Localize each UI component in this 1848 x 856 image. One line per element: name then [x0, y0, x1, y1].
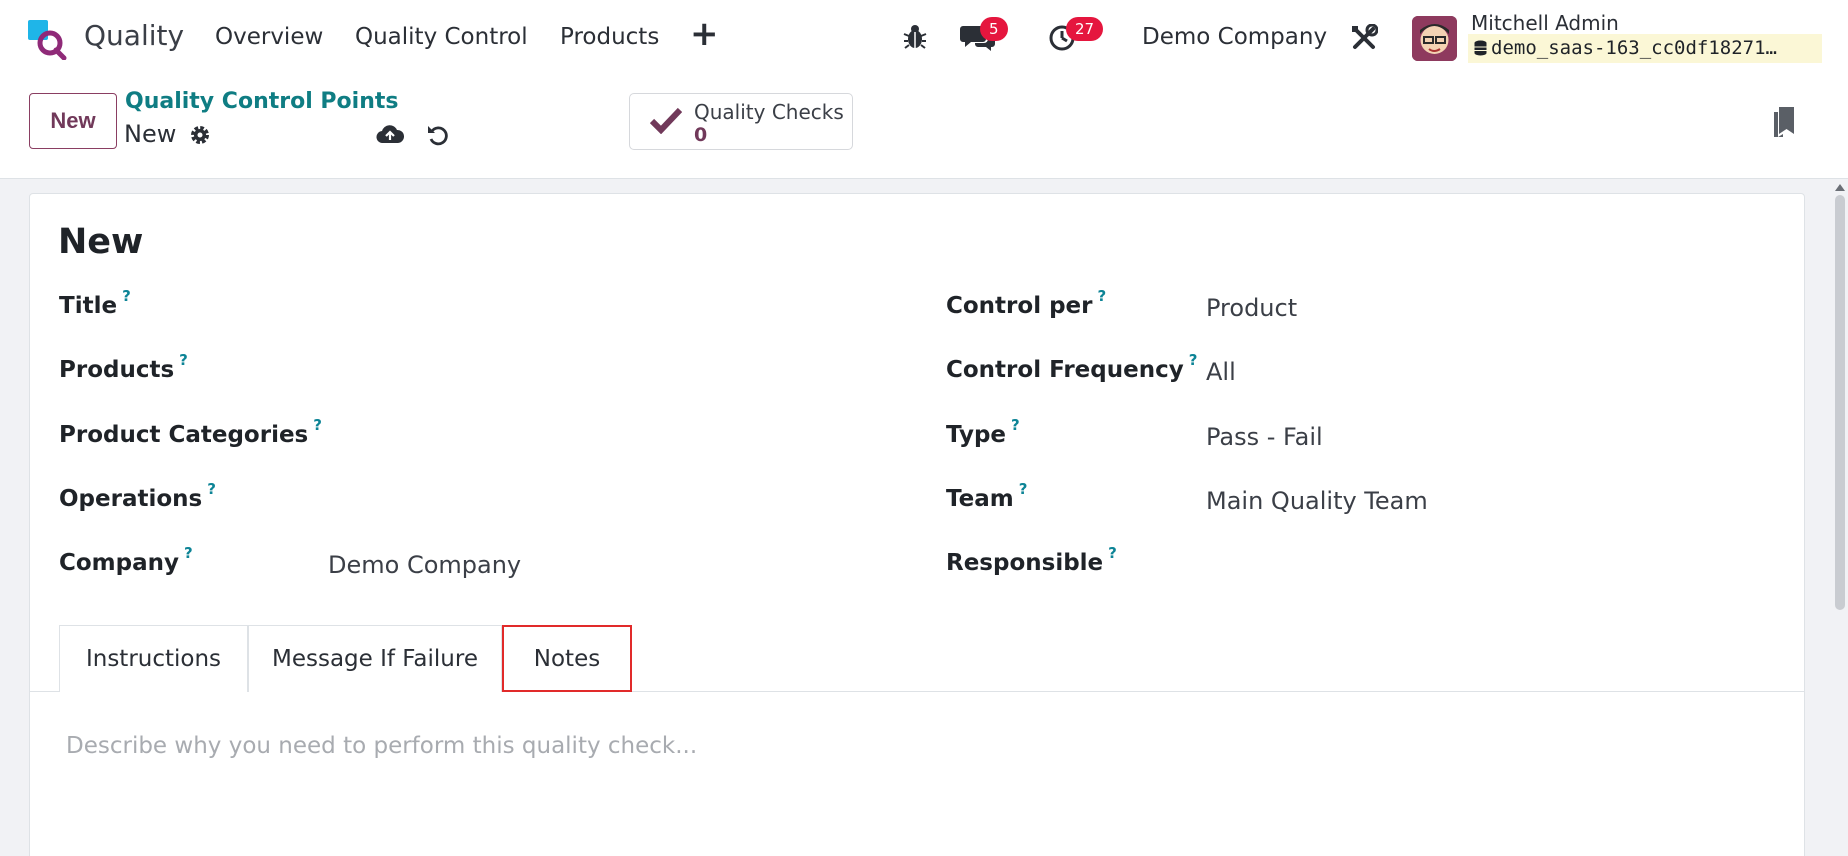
menu-overview[interactable]: Overview: [215, 24, 323, 50]
help-tooltip-icon[interactable]: ?: [122, 287, 131, 305]
help-tooltip-icon[interactable]: ?: [207, 480, 216, 498]
tab-instructions[interactable]: Instructions: [59, 625, 248, 692]
control-frequency-select[interactable]: All: [1206, 358, 1236, 386]
database-name-text: demo_saas-163_cc0df18271…: [1491, 37, 1777, 59]
company-input[interactable]: Demo Company: [328, 551, 521, 579]
top-navbar: Quality Overview Quality Control Product…: [0, 0, 1848, 76]
page-scrollbar[interactable]: [1832, 181, 1848, 856]
team-select[interactable]: Main Quality Team: [1206, 487, 1428, 515]
field-label-company: Company?: [59, 544, 193, 576]
scroll-up-arrow-icon[interactable]: [1835, 184, 1845, 191]
user-name[interactable]: Mitchell Admin: [1471, 11, 1619, 35]
menu-quality-control[interactable]: Quality Control: [355, 24, 528, 50]
breadcrumb-current-record: New: [124, 120, 177, 148]
field-label-control-frequency: Control Frequency?: [946, 351, 1198, 383]
app-name[interactable]: Quality: [84, 19, 184, 52]
scroll-thumb[interactable]: [1835, 195, 1845, 610]
responsible-input[interactable]: [1206, 551, 1766, 583]
control-per-select[interactable]: Product: [1206, 294, 1297, 322]
control-panel: New Quality Control Points New Quality C…: [0, 76, 1848, 179]
help-tooltip-icon[interactable]: ?: [1189, 351, 1198, 369]
product-categories-input[interactable]: [340, 422, 928, 454]
discard-undo-icon[interactable]: [426, 123, 450, 147]
avatar-image: [1412, 16, 1457, 61]
help-tooltip-icon[interactable]: ?: [1098, 287, 1107, 305]
field-label-products: Products?: [59, 351, 188, 383]
breadcrumb-quality-control-points[interactable]: Quality Control Points: [125, 89, 398, 114]
smart-button-count: 0: [694, 124, 708, 146]
title-input[interactable]: [328, 293, 928, 325]
products-input[interactable]: [328, 357, 928, 389]
field-label-title: Title?: [59, 287, 131, 319]
help-tooltip-icon[interactable]: ?: [313, 416, 322, 434]
field-label-team: Team?: [946, 480, 1028, 512]
type-select[interactable]: Pass - Fail: [1206, 423, 1323, 451]
company-switcher[interactable]: Demo Company: [1142, 24, 1327, 50]
field-label-responsible: Responsible?: [946, 544, 1117, 576]
form-title[interactable]: New: [58, 222, 143, 262]
knowledge-bookmark-icon[interactable]: [1772, 107, 1796, 139]
tab-notes[interactable]: Notes: [502, 625, 632, 692]
database-name: demo_saas-163_cc0df18271…: [1468, 34, 1822, 63]
database-icon: [1474, 40, 1487, 56]
bug-icon[interactable]: [903, 24, 927, 50]
notes-editor-placeholder[interactable]: Describe why you need to perform this qu…: [66, 733, 697, 759]
messages-badge: 5: [980, 17, 1008, 41]
tools-icon[interactable]: [1350, 24, 1378, 52]
form-sheet: New Title? Products? Product Categories?…: [29, 193, 1805, 856]
field-label-product-categories: Product Categories?: [59, 416, 322, 448]
checkmark-icon: [650, 107, 682, 134]
operations-input[interactable]: [328, 486, 928, 518]
field-label-operations: Operations?: [59, 480, 216, 512]
user-avatar[interactable]: [1412, 16, 1457, 61]
activities-badge: 27: [1066, 17, 1104, 41]
smart-button-label: Quality Checks: [694, 100, 844, 124]
field-label-control-per: Control per?: [946, 287, 1107, 319]
quality-app-icon[interactable]: [26, 18, 68, 60]
new-button[interactable]: New: [29, 93, 117, 149]
menu-products[interactable]: Products: [560, 24, 659, 50]
quality-checks-smart-button[interactable]: Quality Checks 0: [629, 93, 853, 150]
gear-icon[interactable]: [188, 123, 212, 147]
help-tooltip-icon[interactable]: ?: [184, 544, 193, 562]
save-cloud-icon[interactable]: [376, 123, 404, 147]
plus-icon[interactable]: +: [690, 17, 719, 51]
notebook-tabs: Instructions Message If Failure Notes: [30, 625, 1804, 692]
help-tooltip-icon[interactable]: ?: [1108, 544, 1117, 562]
tab-message-if-failure[interactable]: Message If Failure: [248, 625, 502, 692]
help-tooltip-icon[interactable]: ?: [1019, 480, 1028, 498]
help-tooltip-icon[interactable]: ?: [1011, 416, 1020, 434]
field-label-type: Type?: [946, 416, 1020, 448]
help-tooltip-icon[interactable]: ?: [179, 351, 188, 369]
